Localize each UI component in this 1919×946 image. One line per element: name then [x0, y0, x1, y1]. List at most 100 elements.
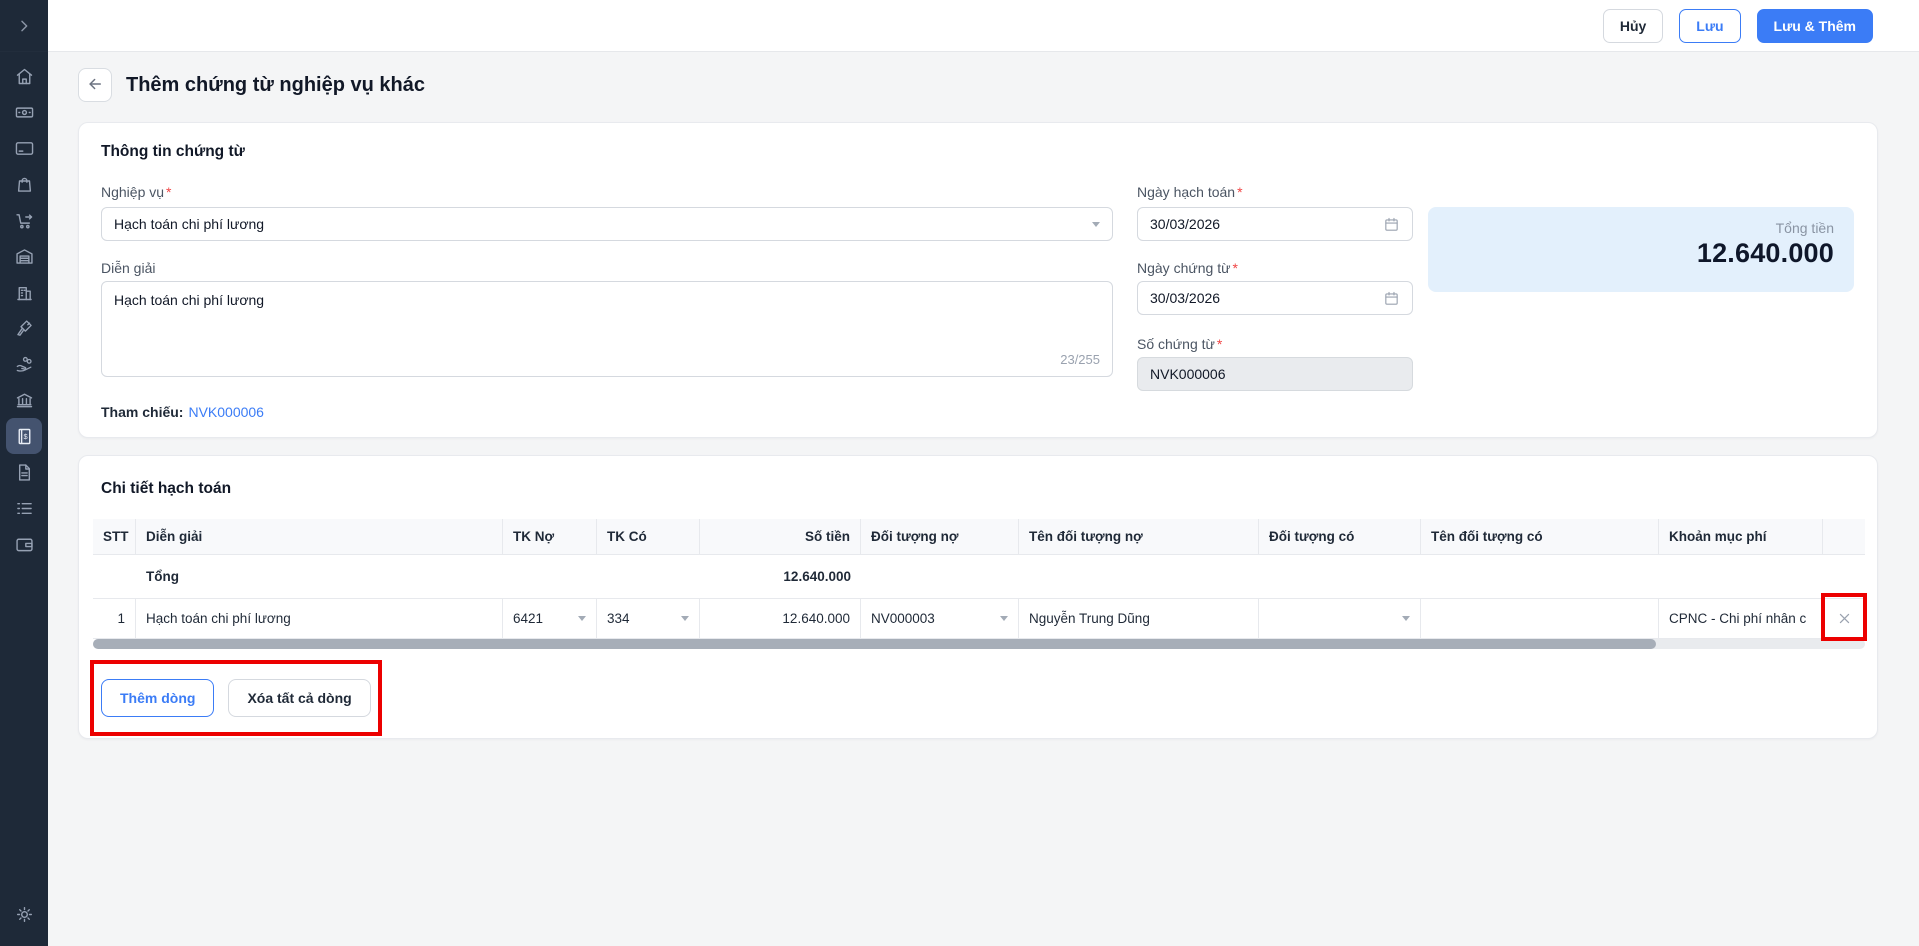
dien-giai-value: Hạch toán chi phí lương — [114, 292, 265, 308]
chevron-down-icon — [1402, 616, 1410, 621]
credit-card-icon — [14, 138, 35, 159]
sidebar-item-banknote[interactable] — [6, 94, 42, 130]
chevron-down-icon — [681, 616, 689, 621]
total-row-label: Tổng — [146, 569, 179, 584]
sidebar-item-bank[interactable] — [6, 382, 42, 418]
document-info-card: Thông tin chứng từ Nghiệp vụ * Hạch toán … — [78, 122, 1878, 438]
total-amount-value: 12.640.000 — [1696, 238, 1834, 268]
horizontal-scrollbar-track[interactable] — [93, 639, 1865, 649]
save-and-add-button[interactable]: Lưu & Thêm — [1756, 8, 1873, 43]
shopping-bag-icon — [14, 174, 35, 195]
table-row: 1 Hạch toán chi phí lương 6421 334 12.64… — [93, 599, 1865, 639]
row-ten-doi-tuong-no: Nguyễn Trung Dũng — [1019, 599, 1259, 638]
chevron-down-icon — [1092, 221, 1100, 227]
sidebar-item-settings[interactable] — [6, 896, 42, 932]
home-icon — [14, 66, 35, 87]
ngay-chung-tu-input[interactable]: 30/03/2026 — [1137, 281, 1413, 315]
reference-label: Tham chiếu: — [101, 404, 184, 420]
col-header-doi-tuong-no: Đối tượng nợ — [861, 519, 1019, 554]
sidebar-item-shopping-bag[interactable] — [6, 166, 42, 202]
chevron-down-icon — [578, 616, 586, 621]
document-icon — [14, 462, 35, 483]
nghiep-vu-value: Hạch toán chi phí lương — [114, 216, 265, 232]
add-row-button[interactable]: Thêm dòng — [101, 679, 215, 717]
main-content: Thêm chứng từ nghiệp vụ khác Thông tin c… — [48, 52, 1919, 946]
accounting-detail-card: Chi tiết hạch toán STT Diễn giải TK Nợ T… — [78, 455, 1878, 739]
back-button[interactable] — [78, 68, 112, 102]
table-header-row: STT Diễn giải TK Nợ TK Có Số tiền Đối tư… — [93, 519, 1865, 555]
row-dien-giai-input[interactable]: Hạch toán chi phí lương — [136, 599, 503, 638]
row-khoan-muc-phi-select[interactable]: CPNC - Chi phí nhân c — [1659, 599, 1823, 638]
table-actions: Thêm dòng Xóa tất cả dòng — [101, 679, 371, 717]
chevron-right-icon — [16, 18, 32, 34]
required-mark: * — [1237, 184, 1243, 200]
sidebar-item-office-building[interactable] — [6, 274, 42, 310]
row-doi-tuong-co-select[interactable] — [1259, 599, 1421, 638]
sidebar-nav: $ — [6, 58, 42, 562]
tools-icon — [14, 318, 35, 339]
page-header: Thêm chứng từ nghiệp vụ khác — [78, 68, 425, 102]
col-header-ten-doi-tuong-no: Tên đối tượng nợ — [1019, 519, 1259, 554]
topbar: Hủy Lưu Lưu & Thêm — [48, 0, 1919, 52]
ngay-hach-toan-label: Ngày hạch toán * — [1137, 184, 1243, 200]
dien-giai-textarea[interactable]: Hạch toán chi phí lương 23/255 — [101, 281, 1113, 377]
so-chung-tu-label: Số chứng từ * — [1137, 336, 1223, 352]
col-header-doi-tuong-co: Đối tượng có — [1259, 519, 1421, 554]
sidebar-item-shopping-cart[interactable] — [6, 202, 42, 238]
sidebar-item-hand-coins[interactable] — [6, 346, 42, 382]
sidebar-item-tools[interactable] — [6, 310, 42, 346]
sidebar-item-list[interactable] — [6, 490, 42, 526]
total-amount-label: Tổng tiền — [1775, 220, 1834, 236]
sidebar: $ — [0, 0, 48, 946]
col-header-stt: STT — [93, 519, 136, 554]
col-header-so-tien: Số tiền — [700, 519, 861, 554]
cash-book-icon: $ — [14, 426, 35, 447]
sidebar-item-warehouse[interactable] — [6, 238, 42, 274]
delete-all-rows-button[interactable]: Xóa tất cả dòng — [228, 679, 371, 717]
save-button[interactable]: Lưu — [1679, 8, 1741, 43]
sidebar-item-credit-card[interactable] — [6, 130, 42, 166]
reference-link[interactable]: NVK000006 — [188, 404, 264, 420]
sidebar-item-wallet[interactable] — [6, 526, 42, 562]
calendar-icon — [1383, 290, 1400, 307]
col-header-ten-doi-tuong-co: Tên đối tượng có — [1421, 519, 1659, 554]
row-so-tien-input[interactable]: 12.640.000 — [700, 599, 861, 638]
ngay-chung-tu-label: Ngày chứng từ * — [1137, 260, 1238, 276]
row-tk-no-select[interactable]: 6421 — [503, 599, 597, 638]
sidebar-item-document[interactable] — [6, 454, 42, 490]
col-header-tk-co: TK Có — [597, 519, 700, 554]
hand-coins-icon — [14, 354, 35, 375]
gear-icon — [14, 904, 35, 925]
so-chung-tu-input: NVK000006 — [1137, 357, 1413, 391]
nghiep-vu-select[interactable]: Hạch toán chi phí lương — [101, 207, 1113, 241]
document-info-heading: Thông tin chứng từ — [101, 143, 245, 160]
row-tk-co-select[interactable]: 334 — [597, 599, 700, 638]
row-stt: 1 — [93, 599, 136, 638]
required-mark: * — [166, 184, 172, 200]
col-header-actions — [1823, 519, 1865, 554]
horizontal-scrollbar-thumb[interactable] — [93, 639, 1656, 649]
cancel-button[interactable]: Hủy — [1602, 8, 1664, 43]
row-doi-tuong-no-select[interactable]: NV000003 — [861, 599, 1019, 638]
row-ten-doi-tuong-co — [1421, 599, 1659, 638]
col-header-dien-giai: Diễn giải — [136, 519, 503, 554]
sidebar-item-home[interactable] — [6, 58, 42, 94]
sidebar-item-cash-book[interactable]: $ — [6, 418, 42, 454]
bank-icon — [14, 390, 35, 411]
so-chung-tu-value: NVK000006 — [1150, 366, 1226, 382]
row-doi-tuong-no-value: NV000003 — [871, 611, 935, 626]
warehouse-icon — [14, 246, 35, 267]
delete-row-button[interactable] — [1833, 599, 1855, 638]
char-counter: 23/255 — [1060, 351, 1100, 367]
col-header-tk-no: TK Nợ — [503, 519, 597, 554]
ngay-hach-toan-input[interactable]: 30/03/2026 — [1137, 207, 1413, 241]
reference-line: Tham chiếu: NVK000006 — [101, 404, 264, 420]
banknote-icon — [14, 102, 35, 123]
sidebar-expand-button[interactable] — [0, 0, 48, 52]
chevron-down-icon — [1000, 616, 1008, 621]
svg-text:$: $ — [23, 431, 28, 440]
dien-giai-label: Diễn giải — [101, 260, 156, 276]
office-building-icon — [14, 282, 35, 303]
total-row-amount: 12.640.000 — [783, 569, 851, 584]
row-tk-no-value: 6421 — [513, 611, 544, 626]
